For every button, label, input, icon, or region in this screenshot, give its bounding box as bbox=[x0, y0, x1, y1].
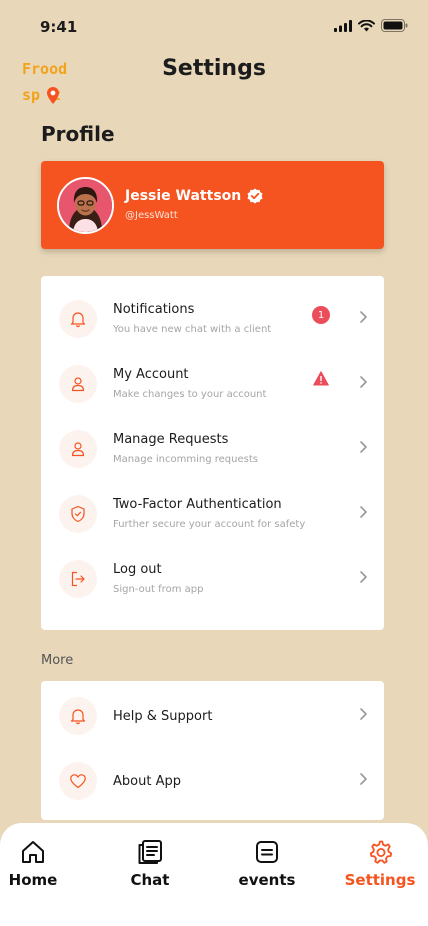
row-title: Notifications bbox=[113, 302, 195, 317]
logo-text-prefix: sp bbox=[22, 86, 41, 104]
tab-label: events bbox=[238, 871, 296, 889]
more-row-help-support[interactable]: Help & Support bbox=[41, 685, 384, 750]
settings-card: Notifications You have new chat with a c… bbox=[41, 276, 384, 630]
status-icons bbox=[334, 19, 408, 32]
more-row-about-app[interactable]: About App bbox=[41, 750, 384, 815]
row-title: Two-Factor Authentication bbox=[113, 497, 282, 512]
user-icon bbox=[59, 430, 97, 468]
wifi-icon bbox=[358, 19, 375, 31]
settings-row-manage-requests[interactable]: Manage Requests Manage incomming request… bbox=[41, 418, 384, 483]
signal-icon bbox=[334, 19, 352, 32]
verified-icon bbox=[247, 188, 263, 204]
row-title: About App bbox=[113, 774, 181, 789]
more-card: Help & Support About App bbox=[41, 681, 384, 820]
logout-icon bbox=[59, 560, 97, 598]
profile-card[interactable]: Jessie Wattson @JessWatt bbox=[41, 161, 384, 249]
avatar bbox=[57, 177, 114, 234]
tab-home[interactable]: Home bbox=[0, 839, 83, 889]
settings-row-log-out[interactable]: Log out Sign-out from app bbox=[41, 548, 384, 613]
settings-row-two-factor[interactable]: Two-Factor Authentication Further secure… bbox=[41, 483, 384, 548]
row-subtitle: You have new chat with a client bbox=[113, 324, 272, 335]
bell-icon bbox=[59, 300, 97, 338]
tab-settings[interactable]: Settings bbox=[330, 839, 428, 889]
location-pin-icon bbox=[47, 87, 59, 104]
profile-handle: @JessWatt bbox=[125, 210, 178, 221]
chevron-right-icon bbox=[360, 571, 367, 583]
row-subtitle: Manage incomming requests bbox=[113, 454, 258, 465]
status-bar: 9:41 bbox=[0, 0, 428, 56]
bell-icon bbox=[59, 697, 97, 735]
tab-label: Home bbox=[8, 871, 58, 889]
profile-section-title: Profile bbox=[41, 122, 115, 146]
status-time: 9:41 bbox=[40, 18, 78, 36]
battery-icon bbox=[381, 19, 408, 32]
profile-name: Jessie Wattson bbox=[125, 188, 263, 204]
bottom-tab-bar: Home Chat events Settings bbox=[0, 823, 428, 926]
tab-events[interactable]: events bbox=[217, 839, 317, 889]
chevron-right-icon bbox=[360, 773, 367, 785]
user-icon bbox=[59, 365, 97, 403]
events-icon bbox=[256, 841, 278, 863]
warning-icon bbox=[313, 371, 329, 386]
tab-chat[interactable]: Chat bbox=[100, 839, 200, 889]
chevron-right-icon bbox=[360, 376, 367, 388]
row-title: Log out bbox=[113, 562, 162, 577]
heart-icon bbox=[59, 762, 97, 800]
notification-badge: 1 bbox=[312, 306, 330, 324]
gear-icon bbox=[369, 840, 393, 864]
chevron-right-icon bbox=[360, 311, 367, 323]
row-subtitle: Further secure your account for safety bbox=[113, 519, 306, 530]
chat-icon bbox=[138, 840, 162, 864]
row-title: Manage Requests bbox=[113, 432, 229, 447]
home-icon bbox=[22, 841, 44, 863]
row-subtitle: Sign-out from app bbox=[113, 584, 204, 595]
settings-row-my-account[interactable]: My Account Make changes to your account bbox=[41, 353, 384, 418]
shield-icon bbox=[59, 495, 97, 533]
chevron-right-icon bbox=[360, 708, 367, 720]
chevron-right-icon bbox=[360, 506, 367, 518]
chevron-right-icon bbox=[360, 441, 367, 453]
row-title: Help & Support bbox=[113, 709, 213, 724]
settings-row-notifications[interactable]: Notifications You have new chat with a c… bbox=[41, 288, 384, 353]
tab-label: Chat bbox=[130, 871, 170, 889]
tab-label: Settings bbox=[344, 871, 416, 889]
row-subtitle: Make changes to your account bbox=[113, 389, 267, 400]
row-title: My Account bbox=[113, 367, 189, 382]
profile-name-text: Jessie Wattson bbox=[125, 188, 242, 204]
page-title: Settings bbox=[162, 56, 266, 81]
more-section-title: More bbox=[41, 653, 74, 668]
avatar-illustration bbox=[59, 179, 112, 232]
